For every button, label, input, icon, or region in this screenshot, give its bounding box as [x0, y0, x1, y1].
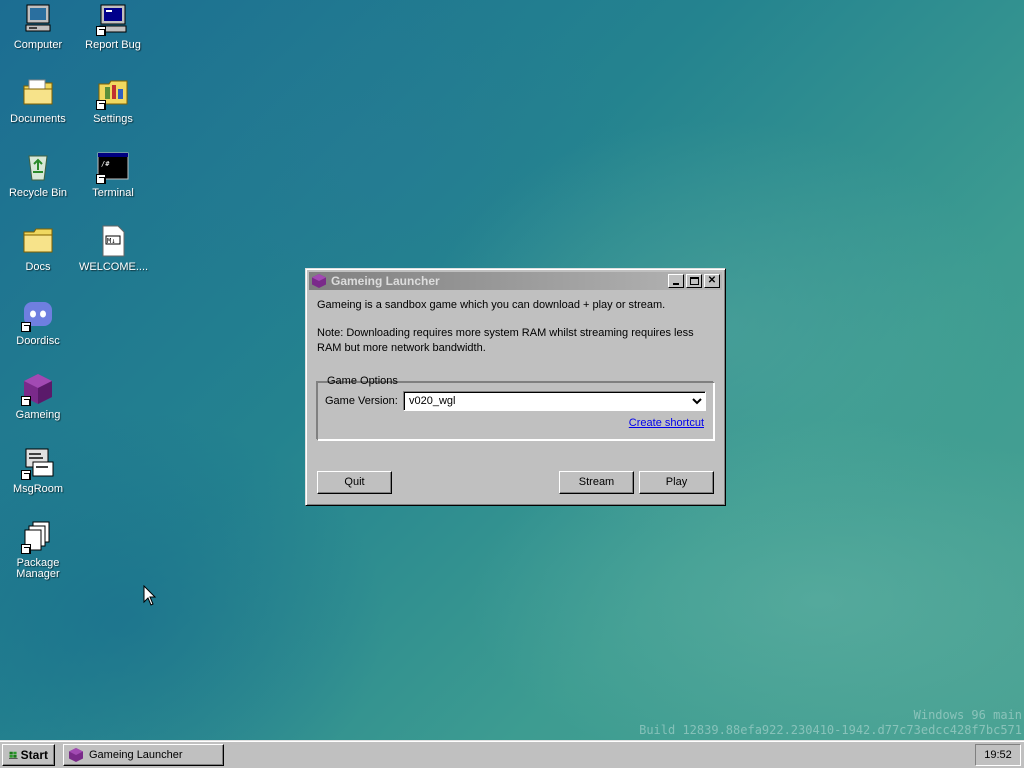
watermark-line-1: Windows 96 main — [913, 708, 1022, 722]
shortcut-arrow-icon — [96, 100, 106, 110]
gameing-cube-icon — [69, 747, 83, 762]
play-button[interactable]: Play — [639, 471, 714, 494]
desktop-icon-welcome[interactable]: M↓ WELCOME.... — [77, 224, 149, 273]
description-text: Gameing is a sandbox game which you can … — [317, 299, 666, 311]
folder-icon — [21, 224, 55, 258]
desktop-icon-settings[interactable]: Settings — [77, 76, 149, 125]
desktop-icon-label: Recycle Bin — [8, 187, 68, 199]
clock-text: 19:52 — [984, 748, 1012, 761]
shortcut-arrow-icon — [96, 26, 106, 36]
report-bug-icon — [96, 2, 130, 36]
desktop-icon-gameing[interactable]: Gameing — [2, 372, 74, 421]
stream-button[interactable]: Stream — [559, 471, 634, 494]
start-logo-icon — [9, 751, 18, 759]
desktop-icon-label: Report Bug — [85, 39, 141, 51]
start-button[interactable]: Start — [2, 743, 55, 766]
desktop-icon-label: Documents — [10, 113, 66, 125]
shortcut-arrow-icon — [21, 544, 31, 554]
build-watermark: Windows 96 main Build 12839.88efa922.2304… — [639, 708, 1022, 738]
maximize-icon — [689, 277, 699, 285]
window-title: Gameing Launcher — [331, 274, 440, 288]
desktop-icon-report-bug[interactable]: Report Bug — [77, 2, 149, 51]
desktop-icon-label: MsgRoom — [12, 483, 64, 495]
desktop-icon-msgroom[interactable]: MsgRoom — [2, 446, 74, 495]
desktop-icon-terminal[interactable]: /# Terminal — [77, 150, 149, 199]
window-body: Gameing is a sandbox game which you can … — [309, 290, 722, 440]
desktop-icon-doordisc[interactable]: Doordisc — [2, 298, 74, 347]
desktop-icon-computer[interactable]: Computer — [2, 2, 74, 51]
close-icon: ✕ — [707, 275, 717, 286]
watermark-line-2: Build 12839.88efa922.230410-1942.d77c73e… — [639, 723, 1022, 737]
shortcut-arrow-icon — [21, 396, 31, 406]
recycle-bin-icon — [21, 150, 55, 184]
chevron-down-icon[interactable] — [689, 393, 705, 409]
desktop-icon-label: Computer — [13, 39, 63, 51]
note-text: Note: Downloading requires more system R… — [317, 327, 694, 354]
minimize-icon — [673, 283, 679, 285]
package-manager-icon — [21, 520, 55, 554]
desktop-icon-documents[interactable]: Documents — [2, 76, 74, 125]
mouse-cursor-icon — [143, 585, 157, 606]
settings-folder-icon — [96, 76, 130, 110]
desktop-icon-docs[interactable]: Docs — [2, 224, 74, 273]
shortcut-arrow-icon — [96, 174, 106, 184]
start-label: Start — [20, 747, 48, 762]
svg-text:M↓: M↓ — [107, 237, 115, 245]
desktop-icon-label: Terminal — [92, 187, 134, 199]
desktop-icon-label: Package Manager — [16, 557, 60, 580]
computer-icon — [21, 2, 55, 36]
desktop-icon-label: Doordisc — [16, 335, 60, 347]
close-button[interactable]: ✕ — [704, 274, 720, 288]
desktop-icon-label: Gameing — [15, 409, 61, 421]
game-options-legend: Game Options — [327, 375, 398, 387]
gameing-cube-icon — [312, 274, 326, 288]
game-version-select[interactable]: v020_wgl — [403, 391, 706, 411]
system-tray-clock[interactable]: 19:52 — [975, 743, 1021, 766]
desktop-icon-label: WELCOME.... — [79, 261, 149, 273]
quit-button[interactable]: Quit — [317, 471, 392, 494]
taskbar-item-label: Gameing Launcher — [89, 748, 183, 761]
taskbar-item-gameing-launcher[interactable]: Gameing Launcher — [63, 743, 224, 766]
msgroom-icon — [21, 446, 55, 480]
gameing-launcher-window: Gameing Launcher ✕ Gameing is a sandbox … — [305, 268, 726, 506]
svg-text:/#: /# — [101, 160, 110, 168]
maximize-button[interactable] — [686, 274, 702, 288]
gameing-cube-icon — [21, 372, 55, 406]
desktop-icon-label: Settings — [93, 113, 133, 125]
window-titlebar[interactable]: Gameing Launcher ✕ — [309, 272, 722, 290]
game-version-value: v020_wgl — [409, 394, 456, 407]
desktop-icon-label: Docs — [25, 261, 51, 273]
desktop-icon-recycle-bin[interactable]: Recycle Bin — [2, 150, 74, 199]
terminal-icon: /# — [96, 150, 130, 184]
game-version-label: Game Version: — [325, 394, 398, 407]
documents-folder-icon — [21, 76, 55, 110]
shortcut-arrow-icon — [21, 322, 31, 332]
create-shortcut-link[interactable]: Create shortcut — [629, 416, 704, 431]
doordisc-icon — [21, 298, 55, 332]
minimize-button[interactable] — [668, 274, 684, 288]
taskbar: Start Gameing Launcher 19:52 — [0, 740, 1024, 768]
markdown-file-icon: M↓ — [96, 224, 130, 258]
shortcut-arrow-icon — [21, 470, 31, 480]
game-options-group: Game Options Game Version: v020_wgl Crea… — [317, 374, 714, 440]
desktop-icon-package-manager[interactable]: Package Manager — [2, 520, 74, 580]
